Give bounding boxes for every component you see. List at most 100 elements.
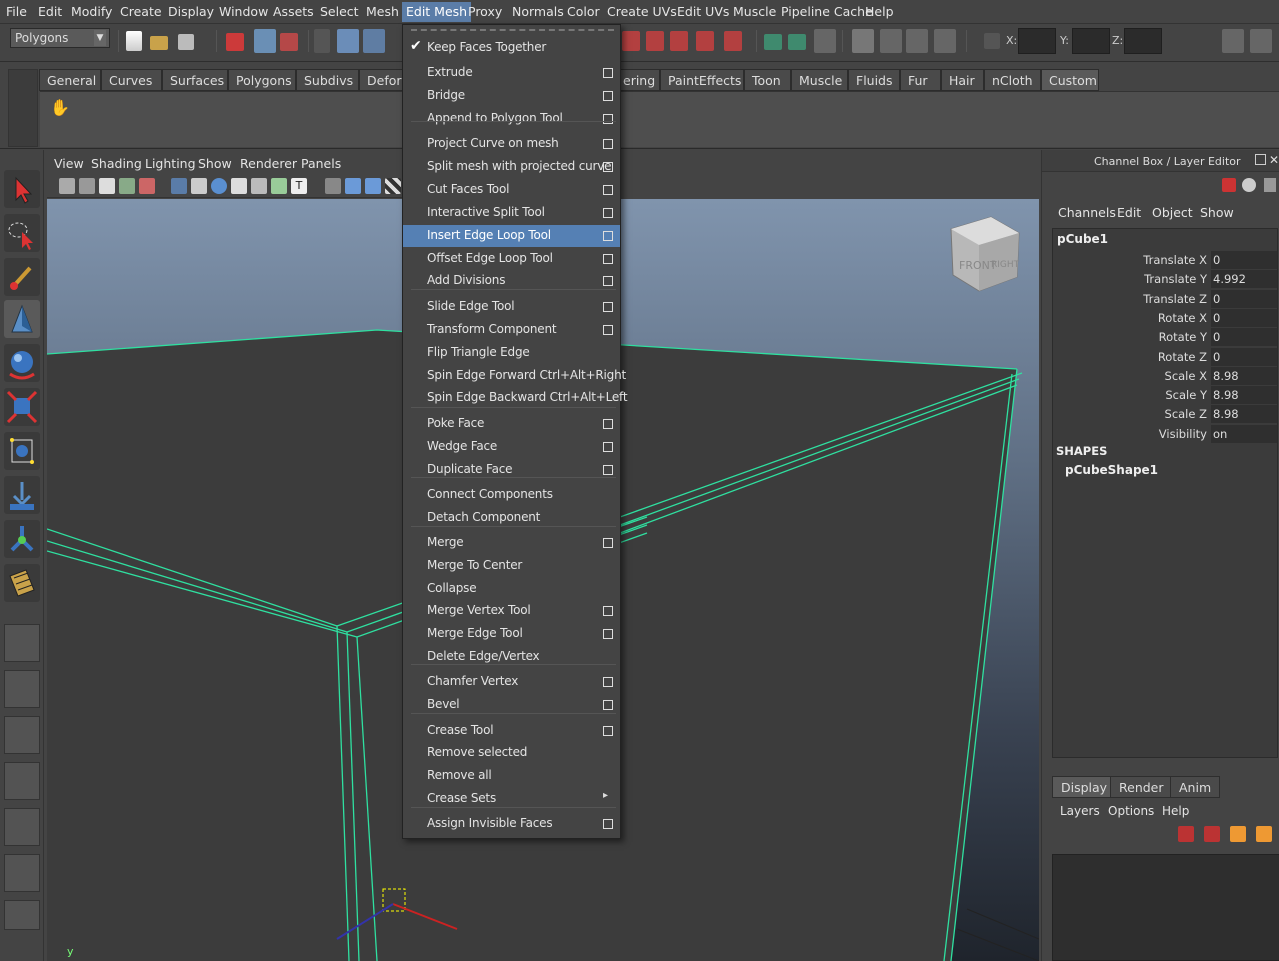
- menu-color[interactable]: Color: [567, 4, 600, 19]
- shelf-tab-polygons[interactable]: Polygons: [228, 69, 296, 91]
- attr-value-scale-y[interactable]: 8.98: [1211, 386, 1277, 405]
- save-scene-icon[interactable]: [178, 34, 194, 50]
- y-coord-field[interactable]: [1072, 28, 1110, 54]
- menu-item-keep-faces-together[interactable]: ✔ Keep Faces Together: [403, 37, 620, 59]
- menu-display[interactable]: Display: [168, 4, 214, 19]
- attr-value-translate-z[interactable]: 0: [1211, 289, 1277, 308]
- camera-attributes-icon[interactable]: [59, 178, 75, 194]
- new-scene-icon[interactable]: [126, 31, 142, 51]
- menu-item-split-mesh-with-projected-curve[interactable]: Split mesh with projected curve: [403, 156, 620, 178]
- panel-menu-show[interactable]: Show: [198, 156, 232, 171]
- option-box-icon[interactable]: [603, 254, 613, 264]
- panel-menu-renderer[interactable]: Renderer: [240, 156, 297, 171]
- attr-value-rotate-z[interactable]: 0: [1211, 347, 1277, 366]
- option-box-icon[interactable]: [603, 302, 613, 312]
- panel-menu-view[interactable]: View: [54, 156, 84, 171]
- single-pane-layout-icon[interactable]: [4, 624, 40, 662]
- attr-value-scale-z[interactable]: 8.98: [1211, 405, 1277, 424]
- menu-proxy[interactable]: Proxy: [468, 4, 502, 19]
- menu-pipeline-cache[interactable]: Pipeline Cache: [781, 4, 873, 19]
- option-box-icon[interactable]: [603, 442, 613, 452]
- option-box-icon[interactable]: [603, 114, 613, 124]
- select-object-icon[interactable]: [254, 29, 276, 53]
- script-layout-icon[interactable]: [4, 854, 40, 892]
- render-current-icon[interactable]: [788, 34, 806, 50]
- menu-create[interactable]: Create: [120, 4, 162, 19]
- lights-icon[interactable]: [271, 178, 287, 194]
- menu-item-merge-to-center[interactable]: Merge To Center: [403, 555, 620, 577]
- menu-create-uvs[interactable]: Create UVs: [607, 4, 677, 19]
- menu-item-bridge[interactable]: Bridge: [403, 85, 620, 107]
- shelf-tab-ncloth[interactable]: nCloth: [984, 69, 1041, 91]
- option-box-icon[interactable]: [603, 819, 613, 829]
- shelf-tab-custom[interactable]: Custom: [1041, 69, 1099, 91]
- float-panel-icon[interactable]: [1255, 154, 1266, 165]
- object-name[interactable]: pCube1: [1057, 232, 1108, 246]
- menu-normals[interactable]: Normals: [512, 4, 564, 19]
- menu-item-crease-tool[interactable]: Crease Tool: [403, 720, 620, 742]
- option-box-icon[interactable]: [603, 419, 613, 429]
- option-box-icon[interactable]: [603, 68, 613, 78]
- channel-menu-show[interactable]: Show: [1200, 205, 1234, 220]
- channel-box-toggle-icon[interactable]: [1250, 29, 1272, 53]
- scale-tool-icon[interactable]: [4, 388, 40, 426]
- menu-select[interactable]: Select: [320, 4, 359, 19]
- render-view-icon[interactable]: [764, 34, 782, 50]
- layer-menu-help[interactable]: Help: [1162, 804, 1189, 818]
- construction-history-icon[interactable]: [696, 31, 714, 51]
- shelf-tab-toon[interactable]: Toon: [744, 69, 791, 91]
- manipulator-icon[interactable]: [1222, 178, 1236, 192]
- attr-value-scale-x[interactable]: 8.98: [1211, 366, 1277, 385]
- menu-item-transform-component[interactable]: Transform Component: [403, 319, 620, 341]
- panel-menu-lighting[interactable]: Lighting: [145, 156, 196, 171]
- show-manipulator-icon[interactable]: [4, 520, 40, 558]
- shelf-tab-muscle[interactable]: Muscle: [791, 69, 848, 91]
- shelf-tab-deform[interactable]: Deform: [359, 69, 413, 91]
- snap-grid-icon[interactable]: [337, 29, 359, 53]
- speed-icon[interactable]: [1242, 178, 1256, 192]
- option-box-icon[interactable]: [603, 208, 613, 218]
- menu-edit-mesh[interactable]: Edit Mesh: [402, 2, 472, 22]
- shelf-tab-fur[interactable]: Fur: [900, 69, 941, 91]
- menu-edit[interactable]: Edit: [38, 4, 62, 19]
- isolate-select-icon[interactable]: [325, 178, 341, 194]
- menu-item-poke-face[interactable]: Poke Face: [403, 413, 620, 435]
- option-box-icon[interactable]: [603, 629, 613, 639]
- new-layer-selected-icon[interactable]: [1204, 826, 1220, 842]
- shelf-tab-hair[interactable]: Hair: [941, 69, 984, 91]
- shelf-tab-fluids[interactable]: Fluids: [848, 69, 900, 91]
- outliner-layout-icon[interactable]: [4, 716, 40, 754]
- attr-value-rotate-y[interactable]: 0: [1211, 328, 1277, 347]
- snap-curve-icon[interactable]: [363, 29, 385, 53]
- soft-modification-icon[interactable]: [4, 476, 40, 514]
- layer-tab-anim[interactable]: Anim: [1170, 776, 1221, 798]
- menu-mesh[interactable]: Mesh: [366, 4, 399, 19]
- shelf-menu-button[interactable]: [8, 69, 38, 147]
- text-icon[interactable]: T: [291, 178, 307, 194]
- open-scene-icon[interactable]: [150, 36, 168, 50]
- option-box-icon[interactable]: [603, 91, 613, 101]
- option-box-icon[interactable]: [603, 677, 613, 687]
- option-box-icon[interactable]: [603, 231, 613, 241]
- channel-menu-channels[interactable]: Channels: [1058, 205, 1116, 220]
- menu-item-connect-components[interactable]: Connect Components: [403, 484, 620, 506]
- menu-item-flip-triangle-edge[interactable]: Flip Triangle Edge: [403, 342, 620, 364]
- custom-shelf-icon[interactable]: ✋: [50, 98, 70, 118]
- menu-item-wedge-face[interactable]: Wedge Face: [403, 436, 620, 458]
- grease-pencil-icon[interactable]: [139, 178, 155, 194]
- paint-select-tool-icon[interactable]: [4, 258, 40, 296]
- hyperbolic-icon[interactable]: [1264, 178, 1276, 192]
- z-coord-field[interactable]: [1124, 28, 1162, 54]
- attribute-editor-icon[interactable]: [1222, 29, 1244, 53]
- menu-item-merge-vertex-tool[interactable]: Merge Vertex Tool: [403, 600, 620, 622]
- channel-menu-object[interactable]: Object: [1152, 205, 1193, 220]
- wireframe-on-shaded-icon[interactable]: [231, 178, 247, 194]
- menu-item-merge[interactable]: Merge: [403, 532, 620, 554]
- 2d-pan-zoom-icon[interactable]: [119, 178, 135, 194]
- option-box-icon[interactable]: [603, 538, 613, 548]
- menu-item-append-to-polygon-tool[interactable]: Append to Polygon Tool: [403, 108, 620, 130]
- x-coord-field[interactable]: [1018, 28, 1056, 54]
- shelf-tab-general[interactable]: General: [39, 69, 101, 91]
- layer-menu-layers[interactable]: Layers: [1060, 804, 1100, 818]
- attr-value-translate-x[interactable]: 0: [1211, 251, 1277, 269]
